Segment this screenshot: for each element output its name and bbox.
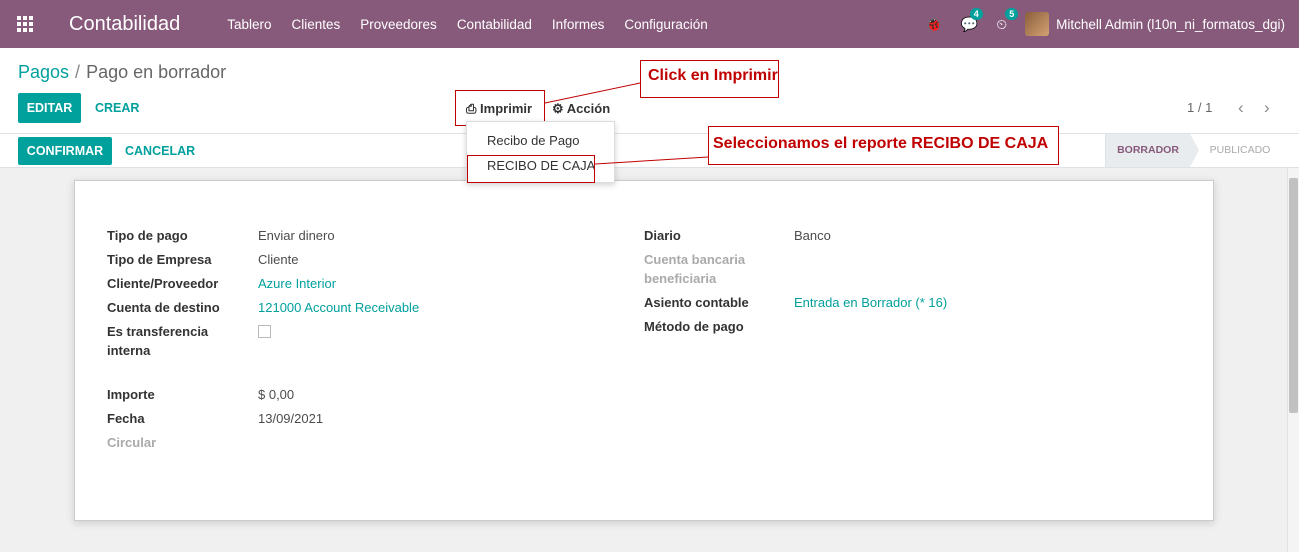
annotation-arrow-recibo	[594, 156, 709, 165]
annotation-arrow-print	[544, 82, 641, 104]
annotation-recibo-highlight	[467, 155, 595, 183]
annotation-click-print-text: Click en Imprimir	[648, 67, 778, 84]
annotation-select-report-text: Seleccionamos el reporte RECIBO DE CAJA	[713, 135, 1049, 152]
